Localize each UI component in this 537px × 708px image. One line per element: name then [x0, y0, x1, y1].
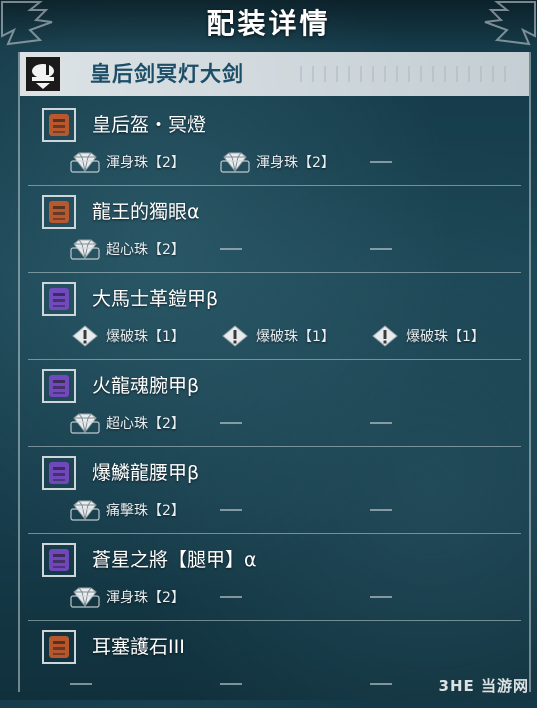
decoration-slot[interactable]: 超心珠【2】 [70, 411, 185, 435]
decoration-slot[interactable] [220, 237, 242, 261]
row-divider [28, 185, 521, 186]
decoration-jewel-icon [70, 586, 100, 608]
leg-armor-icon [42, 543, 76, 577]
gear-name: 火龍魂腕甲β [92, 375, 200, 397]
jewel-name: 爆破珠【1】 [256, 329, 335, 345]
jewel-name: 渾身珠【2】 [106, 155, 185, 171]
decoration-jewel-icon [70, 238, 100, 260]
gear-name: 蒼星之將【腿甲】α [92, 549, 257, 571]
decoration-slot[interactable] [220, 672, 242, 696]
decoration-slot[interactable] [370, 150, 392, 174]
decoration-slot[interactable] [70, 672, 92, 696]
decoration-jewel-icon [70, 151, 100, 173]
jewel-name: 超心珠【2】 [106, 416, 185, 432]
decoration-slot[interactable] [370, 498, 392, 522]
decoration-slot[interactable]: 渾身珠【2】 [70, 150, 185, 174]
eyepatch-icon [42, 195, 76, 229]
gear-name: 耳塞護石III [92, 636, 185, 658]
equipment-list: 皇后剑冥灯大剑 皇后盔・冥燈 渾身珠【2】 渾身珠【2】 龍王的獨眼α 超心珠【2】 大馬… [18, 52, 531, 692]
helm-icon [42, 108, 76, 142]
decoration-slot[interactable] [220, 411, 242, 435]
weapon-name: 皇后剑冥灯大剑 [90, 62, 244, 86]
row-divider [28, 272, 521, 273]
empty-slot-dash [370, 422, 392, 424]
empty-slot-dash [220, 509, 242, 511]
gear-row[interactable]: 爆鱗龍腰甲β 痛擊珠【2】 [20, 448, 529, 534]
decoration-slot[interactable]: 爆破珠【1】 [220, 324, 335, 348]
jewel-name: 渾身珠【2】 [256, 155, 335, 171]
decoration-slot[interactable]: 痛擊珠【2】 [70, 498, 185, 522]
gear-name: 大馬士革鎧甲β [92, 288, 219, 310]
chest-armor-icon [42, 282, 76, 316]
empty-slot-dash [370, 248, 392, 250]
charm-icon [42, 630, 76, 664]
waist-armor-icon [42, 456, 76, 490]
gear-row[interactable]: 火龍魂腕甲β 超心珠【2】 [20, 361, 529, 447]
row-divider [28, 359, 521, 360]
decoration-slot[interactable]: 爆破珠【1】 [70, 324, 185, 348]
decoration-slot[interactable] [370, 411, 392, 435]
attack-jewel-icon [70, 325, 100, 347]
attack-jewel-icon [220, 325, 250, 347]
row-divider [28, 533, 521, 534]
empty-slot-dash [220, 596, 242, 598]
weapon-ornament [300, 66, 510, 82]
decoration-slot[interactable]: 超心珠【2】 [70, 237, 185, 261]
decoration-jewel-icon [70, 412, 100, 434]
gear-row[interactable]: 大馬士革鎧甲β 爆破珠【1】 爆破珠【1】 爆破珠【1】 [20, 274, 529, 360]
great-sword-icon [24, 55, 62, 93]
decoration-slot[interactable]: 渾身珠【2】 [220, 150, 335, 174]
empty-slot-dash [370, 509, 392, 511]
gear-row[interactable]: 皇后盔・冥燈渾身珠【2】 渾身珠【2】 [20, 100, 529, 186]
decoration-slot[interactable] [370, 672, 392, 696]
header-frame: 配装详情 [0, 0, 537, 46]
gear-name: 皇后盔・冥燈 [92, 114, 207, 136]
empty-slot-dash [70, 683, 92, 685]
gear-row[interactable]: 龍王的獨眼α 超心珠【2】 [20, 187, 529, 273]
decoration-jewel-icon [220, 151, 250, 173]
empty-slot-dash [220, 683, 242, 685]
decoration-slot[interactable] [370, 585, 392, 609]
empty-slot-dash [220, 248, 242, 250]
empty-slot-dash [220, 422, 242, 424]
gear-name: 龍王的獨眼α [92, 201, 200, 223]
empty-slot-dash [370, 596, 392, 598]
gear-name: 爆鱗龍腰甲β [92, 462, 200, 484]
decoration-slot[interactable]: 爆破珠【1】 [370, 324, 485, 348]
jewel-name: 爆破珠【1】 [406, 329, 485, 345]
arm-armor-icon [42, 369, 76, 403]
weapon-row[interactable]: 皇后剑冥灯大剑 [20, 52, 529, 96]
jewel-name: 爆破珠【1】 [106, 329, 185, 345]
empty-slot-dash [370, 161, 392, 163]
empty-slot-dash [370, 683, 392, 685]
decoration-jewel-icon [70, 499, 100, 521]
decoration-slot[interactable] [220, 585, 242, 609]
page-title: 配装详情 [206, 7, 331, 40]
jewel-name: 渾身珠【2】 [106, 590, 185, 606]
gear-row[interactable]: 蒼星之將【腿甲】α 渾身珠【2】 [20, 535, 529, 621]
row-divider [28, 620, 521, 621]
jewel-name: 痛擊珠【2】 [106, 503, 185, 519]
decoration-slot[interactable] [370, 237, 392, 261]
site-watermark: 3HE 当游网 [438, 677, 529, 695]
jewel-name: 超心珠【2】 [106, 242, 185, 258]
decoration-slot[interactable]: 渾身珠【2】 [70, 585, 185, 609]
decoration-slot[interactable] [220, 498, 242, 522]
row-divider [28, 446, 521, 447]
attack-jewel-icon [370, 325, 400, 347]
